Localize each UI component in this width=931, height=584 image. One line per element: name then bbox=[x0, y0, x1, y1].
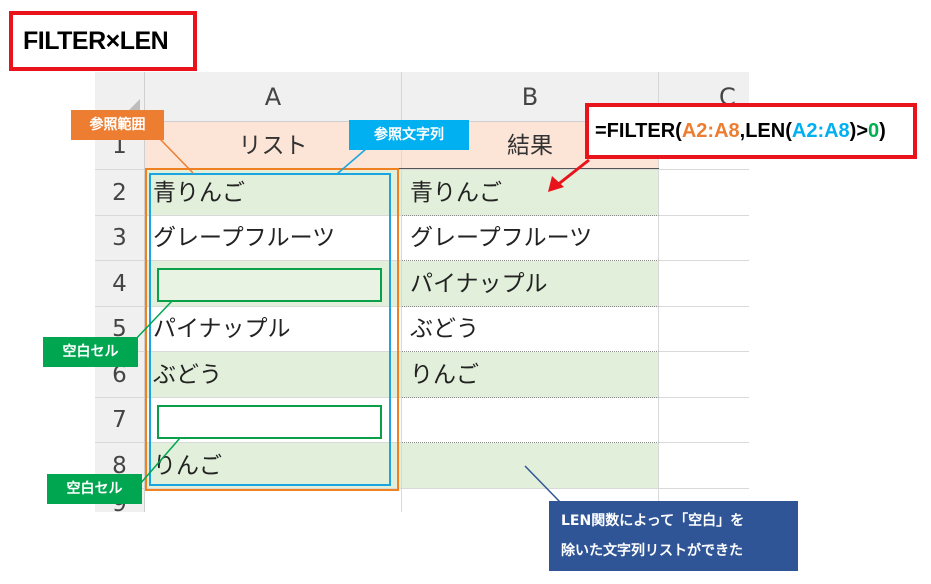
formula-range-2: A2:A8 bbox=[791, 120, 850, 142]
blank-cell-leader-2 bbox=[139, 437, 181, 485]
note-leader bbox=[524, 465, 561, 503]
formula-arrow-line bbox=[555, 158, 590, 188]
formula-arrow-head bbox=[548, 176, 564, 192]
result-note-line-1: LEN関数によって「空白」を bbox=[561, 513, 745, 529]
reference-range-leader bbox=[159, 138, 194, 174]
formula-range-1: A2:A8 bbox=[681, 120, 740, 142]
blank-cell-label-2: 空白セル bbox=[47, 474, 142, 504]
blank-cell-label-1: 空白セル bbox=[43, 337, 138, 367]
formula-box: =FILTER(A2:A8,LEN(A2:A8)>0) bbox=[585, 103, 917, 159]
formula-part-5: )> bbox=[849, 120, 869, 142]
blank-cell-leader-1 bbox=[132, 300, 173, 343]
reference-range-label: 参照範囲 bbox=[71, 110, 164, 140]
formula-part-1: =FILTER( bbox=[595, 120, 682, 142]
reference-string-leader bbox=[336, 148, 367, 175]
formula-part-3: ,LEN( bbox=[739, 120, 792, 142]
formula-zero: 0 bbox=[868, 120, 880, 142]
result-note: LEN関数によって「空白」を 除いた文字列リストができた bbox=[549, 501, 798, 571]
result-note-line-2: 除いた文字列リストができた bbox=[561, 543, 743, 559]
formula-part-7: ) bbox=[879, 120, 886, 142]
reference-string-label: 参照文字列 bbox=[349, 120, 469, 150]
